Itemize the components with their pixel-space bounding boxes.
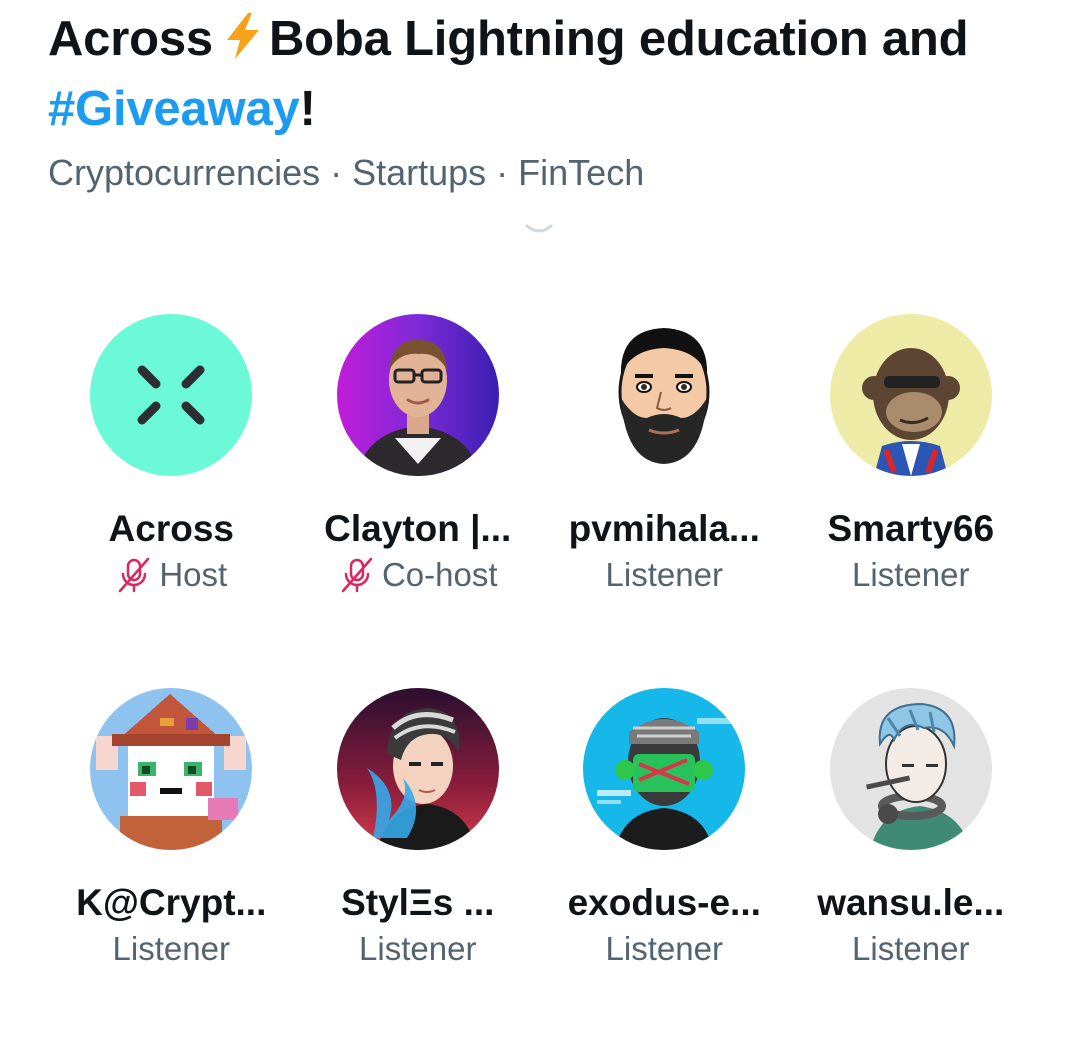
participant-name: Across	[108, 508, 234, 549]
participant-styles[interactable]: StylΞs ... Listener	[295, 688, 542, 1062]
clayton-photo-icon	[336, 314, 499, 476]
avatar[interactable]	[90, 314, 253, 476]
participant-name: StylΞs ...	[341, 882, 495, 923]
participant-role: Host	[115, 554, 227, 596]
participant-across[interactable]: Across Host	[48, 314, 295, 688]
avatar[interactable]	[90, 688, 253, 850]
role-label: Listener	[852, 556, 970, 593]
topic-fintech[interactable]: FinTech	[518, 152, 644, 193]
participant-kcrypt[interactable]: K@Crypt... Listener	[48, 688, 295, 1062]
participant-role: Listener	[359, 928, 476, 970]
participant-role: Listener	[113, 928, 230, 970]
role-label: Listener	[359, 930, 477, 967]
role-label: Listener	[852, 930, 970, 967]
title-text-end: !	[299, 82, 316, 136]
pixel-witch-icon	[90, 688, 253, 850]
ape-nft-icon	[829, 314, 992, 476]
title-text-main: Boba Lightning education and	[268, 12, 969, 66]
participant-pvmihala[interactable]: pvmihala... Listener	[541, 314, 788, 688]
avatar[interactable]	[336, 314, 499, 476]
avatar[interactable]	[829, 688, 992, 850]
giveaway-hashtag-link[interactable]: #Giveaway	[48, 82, 300, 136]
participant-name: wansu.le...	[817, 882, 1005, 923]
topic-startups[interactable]: Startups	[352, 152, 486, 193]
anime-boy-icon	[336, 688, 499, 850]
role-label: Listener	[112, 930, 230, 967]
participant-clayton[interactable]: Clayton |... Co-host	[295, 314, 542, 688]
avatar[interactable]	[583, 314, 746, 476]
across-logo-icon	[90, 314, 253, 476]
topic-cryptocurrencies[interactable]: Cryptocurrencies	[48, 152, 320, 193]
space-title: Across Boba Lightning education and #Give…	[48, 4, 1058, 144]
mic-off-icon	[119, 557, 150, 593]
title-text-across: Across	[48, 12, 213, 66]
role-label: Host	[159, 556, 228, 593]
participant-role: Listener	[852, 554, 969, 596]
participants-grid: Across Host Clayton |... Co-host pvmihal…	[48, 314, 1034, 1062]
role-label: Listener	[605, 930, 723, 967]
scroll-indicator-icon	[525, 224, 553, 233]
lightning-bolt-icon	[221, 10, 265, 60]
role-label: Co-host	[381, 556, 498, 593]
participant-name: Smarty66	[827, 508, 995, 549]
mic-off-icon	[341, 557, 373, 593]
glitch-robot-icon	[583, 688, 746, 850]
participant-name: K@Crypt...	[76, 882, 267, 923]
participant-name: Clayton |...	[324, 508, 512, 549]
participant-exodus[interactable]: exodus-e... Listener	[541, 688, 788, 1062]
participant-role: Listener	[606, 928, 723, 970]
topic-separator: ·	[496, 152, 509, 193]
participant-role: Listener	[606, 554, 723, 596]
topic-separator: ·	[330, 152, 343, 193]
participant-wansu[interactable]: wansu.le... Listener	[788, 688, 1035, 1062]
participant-role: Co-host	[338, 554, 498, 596]
topics-list: Cryptocurrencies · Startups · FinTech	[48, 150, 644, 196]
role-label: Listener	[605, 556, 723, 593]
avatar[interactable]	[829, 314, 992, 476]
bearded-cartoon-icon	[583, 314, 746, 476]
avatar[interactable]	[583, 688, 746, 850]
participant-role: Listener	[852, 928, 969, 970]
participant-name: exodus-e...	[567, 882, 761, 923]
participant-name: pvmihala...	[568, 508, 760, 549]
avatar[interactable]	[336, 688, 499, 850]
participant-smarty66[interactable]: Smarty66 Listener	[788, 314, 1035, 688]
headset-boy-icon	[829, 688, 992, 850]
